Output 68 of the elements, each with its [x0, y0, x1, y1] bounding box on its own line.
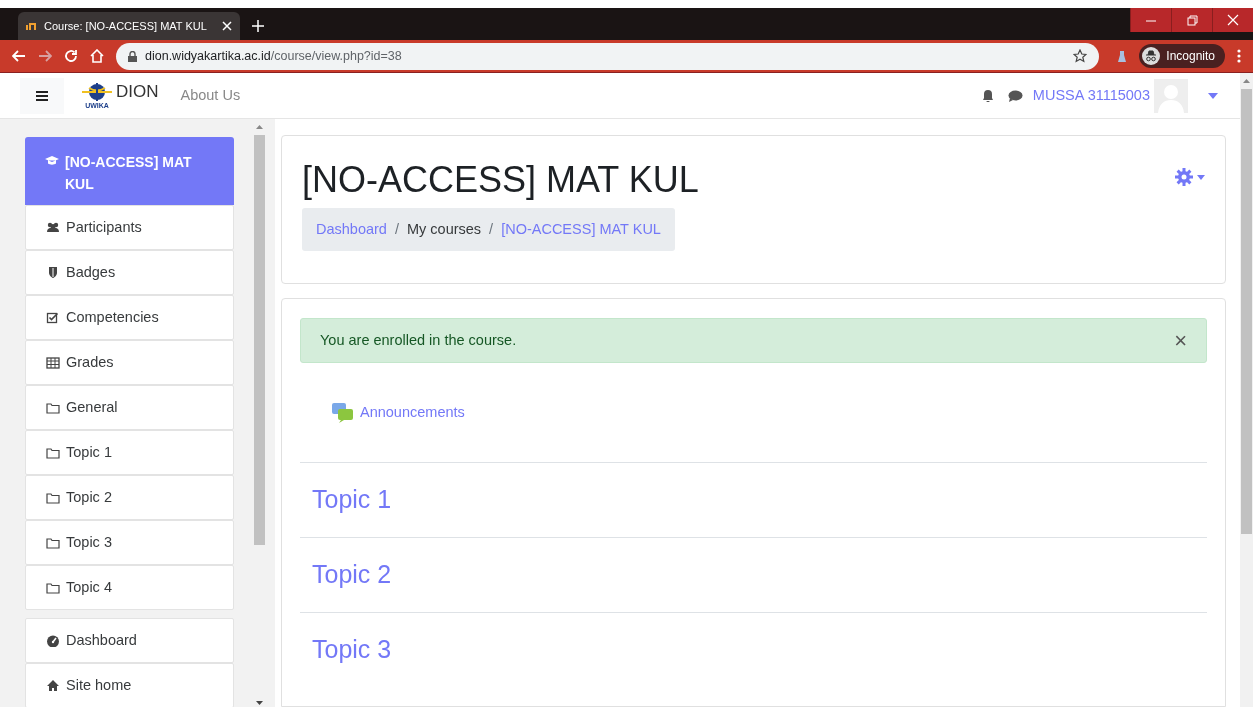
dashboard-gauge-icon: [46, 634, 60, 647]
sidebar-item[interactable]: Badges: [25, 250, 234, 295]
sidebar-item[interactable]: Topic 1: [25, 430, 234, 475]
incognito-icon: [1142, 47, 1161, 65]
scroll-up-arrow-icon[interactable]: [255, 125, 263, 129]
forward-arrow-icon: [38, 50, 52, 62]
globe-logo-icon: [82, 82, 112, 102]
nav-link[interactable]: About Us: [180, 84, 241, 107]
sidebar-item[interactable]: Topic 2: [25, 475, 234, 520]
close-icon[interactable]: [222, 21, 232, 31]
menu-button[interactable]: [20, 77, 64, 114]
graduation-cap-icon: [45, 155, 59, 168]
home-icon[interactable]: [90, 49, 104, 63]
extension-icon[interactable]: [1117, 49, 1128, 63]
close-button[interactable]: ×: [1174, 329, 1187, 352]
section-title[interactable]: Topic 1: [312, 481, 392, 519]
checkbox-icon: [46, 311, 60, 324]
alert-message: You are enrolled in the course.: [320, 330, 518, 350]
folder-icon: [46, 581, 60, 594]
caret-icon[interactable]: [1208, 92, 1218, 99]
sidebar-item[interactable]: Grades: [25, 340, 234, 385]
address-bar[interactable]: dion.widyakartika.ac.id/course/view.php?id=38: [116, 42, 1100, 70]
section-title[interactable]: Topic 3: [312, 631, 392, 669]
settings-menu[interactable]: [1175, 168, 1205, 186]
new-tab-icon[interactable]: [252, 20, 264, 32]
home-icon: [46, 679, 60, 692]
url-text: dion.widyakartika.ac.id/course/view.php?id=38: [145, 47, 403, 65]
folder-icon: [46, 491, 60, 504]
caret-icon: [1197, 174, 1205, 180]
more-menu-icon[interactable]: [1237, 49, 1241, 63]
folder-icon: [46, 401, 60, 414]
breadcrumb-separator: /: [394, 219, 399, 239]
back-arrow-icon[interactable]: [12, 50, 26, 62]
sidebar-item[interactable]: Participants: [25, 205, 234, 250]
scrollbar-thumb[interactable]: [253, 135, 265, 545]
browser-tab[interactable]: Course: [NO-ACCESS] MAT KUL: [18, 12, 240, 40]
breadcrumb-separator: /: [489, 219, 494, 239]
sidebar-item[interactable]: Topic 3: [25, 520, 234, 565]
sidebar-item[interactable]: General: [25, 385, 234, 430]
scroll-down-arrow-icon[interactable]: [255, 701, 263, 705]
sidebar-item[interactable]: Site home: [25, 663, 234, 707]
sidebar-item[interactable]: Dashboard: [25, 618, 234, 663]
lock-icon: [128, 50, 137, 62]
sidebar-item[interactable]: Competencies: [25, 295, 234, 340]
activity-link[interactable]: Announcements: [300, 363, 1207, 462]
chat-bubbles-icon: [332, 402, 354, 423]
folder-icon: [46, 446, 60, 459]
reload-icon[interactable]: [64, 49, 78, 63]
section-title[interactable]: Topic 2: [312, 556, 392, 594]
shield-icon: [46, 266, 60, 279]
star-icon[interactable]: [1073, 49, 1088, 63]
folder-icon: [46, 536, 60, 549]
site-favicon: [26, 21, 38, 31]
breadcrumb-text: My courses: [406, 219, 482, 239]
settings-icon: [1175, 168, 1193, 186]
scroll-up-arrow-icon[interactable]: [1243, 79, 1250, 83]
tab-title: Course: [NO-ACCESS] MAT KUL: [44, 18, 208, 34]
sidebar-item[interactable]: [NO-ACCESS] MAT KUL: [25, 137, 234, 205]
course-title: [NO-ACCESS] MAT KUL: [302, 158, 699, 202]
speech-bubble-icon[interactable]: [1007, 89, 1023, 102]
site-brand[interactable]: DION: [116, 78, 159, 105]
bell-icon[interactable]: [981, 89, 994, 102]
scrollbar-thumb[interactable]: [1241, 89, 1252, 534]
table-icon: [46, 356, 60, 369]
sidebar-item[interactable]: Topic 4: [25, 565, 234, 610]
menu-icon: [36, 90, 48, 101]
profile-button[interactable]: Incognito: [1139, 44, 1225, 68]
user-name[interactable]: MUSSA 31115003: [1032, 84, 1150, 107]
